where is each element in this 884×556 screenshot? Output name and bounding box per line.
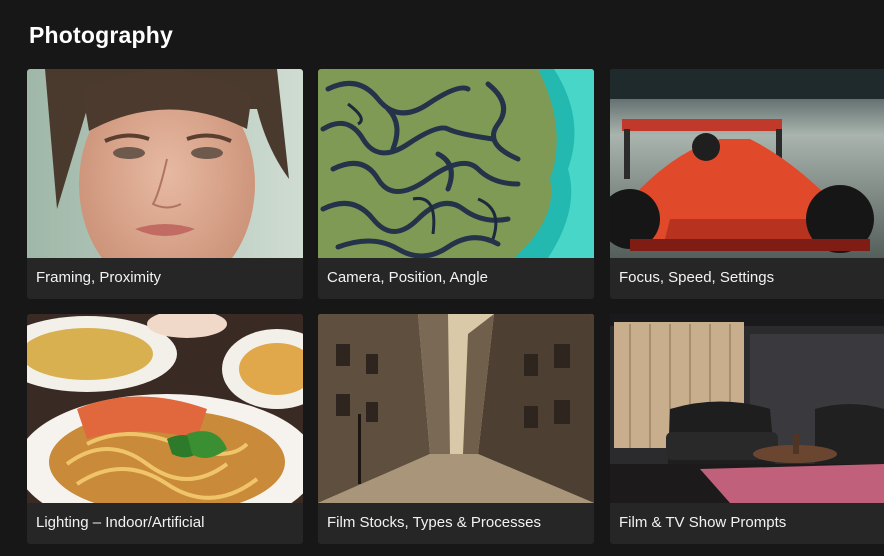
card-label: Film & TV Show Prompts [619, 514, 787, 531]
portrait-image[interactable] [27, 69, 303, 258]
section-title: Photography [29, 22, 174, 48]
sepia-street-image[interactable] [318, 314, 594, 503]
category-card-camera-position-angle[interactable]: Camera, Position, Angle [318, 69, 594, 299]
card-label: Lighting – Indoor/Artificial [36, 514, 205, 531]
category-card-lighting-indoor-artificial[interactable]: Lighting – Indoor/Artificial [27, 314, 303, 544]
aerial-forest-image[interactable] [318, 69, 594, 258]
card-label: Film Stocks, Types & Processes [327, 514, 541, 531]
category-card-focus-speed-settings[interactable]: Focus, Speed, Settings [610, 69, 884, 299]
studio-set-image[interactable] [610, 314, 884, 503]
card-label: Focus, Speed, Settings [619, 269, 775, 286]
card-label: Camera, Position, Angle [327, 269, 488, 286]
category-card-film-stocks[interactable]: Film Stocks, Types & Processes [318, 314, 594, 544]
category-card-film-tv-show-prompts[interactable]: Film & TV Show Prompts [610, 314, 884, 544]
race-car-image[interactable] [610, 69, 884, 258]
card-label: Framing, Proximity [36, 269, 162, 286]
pasta-dish-image[interactable] [27, 314, 303, 503]
category-card-framing-proximity[interactable]: Framing, Proximity [27, 69, 303, 299]
